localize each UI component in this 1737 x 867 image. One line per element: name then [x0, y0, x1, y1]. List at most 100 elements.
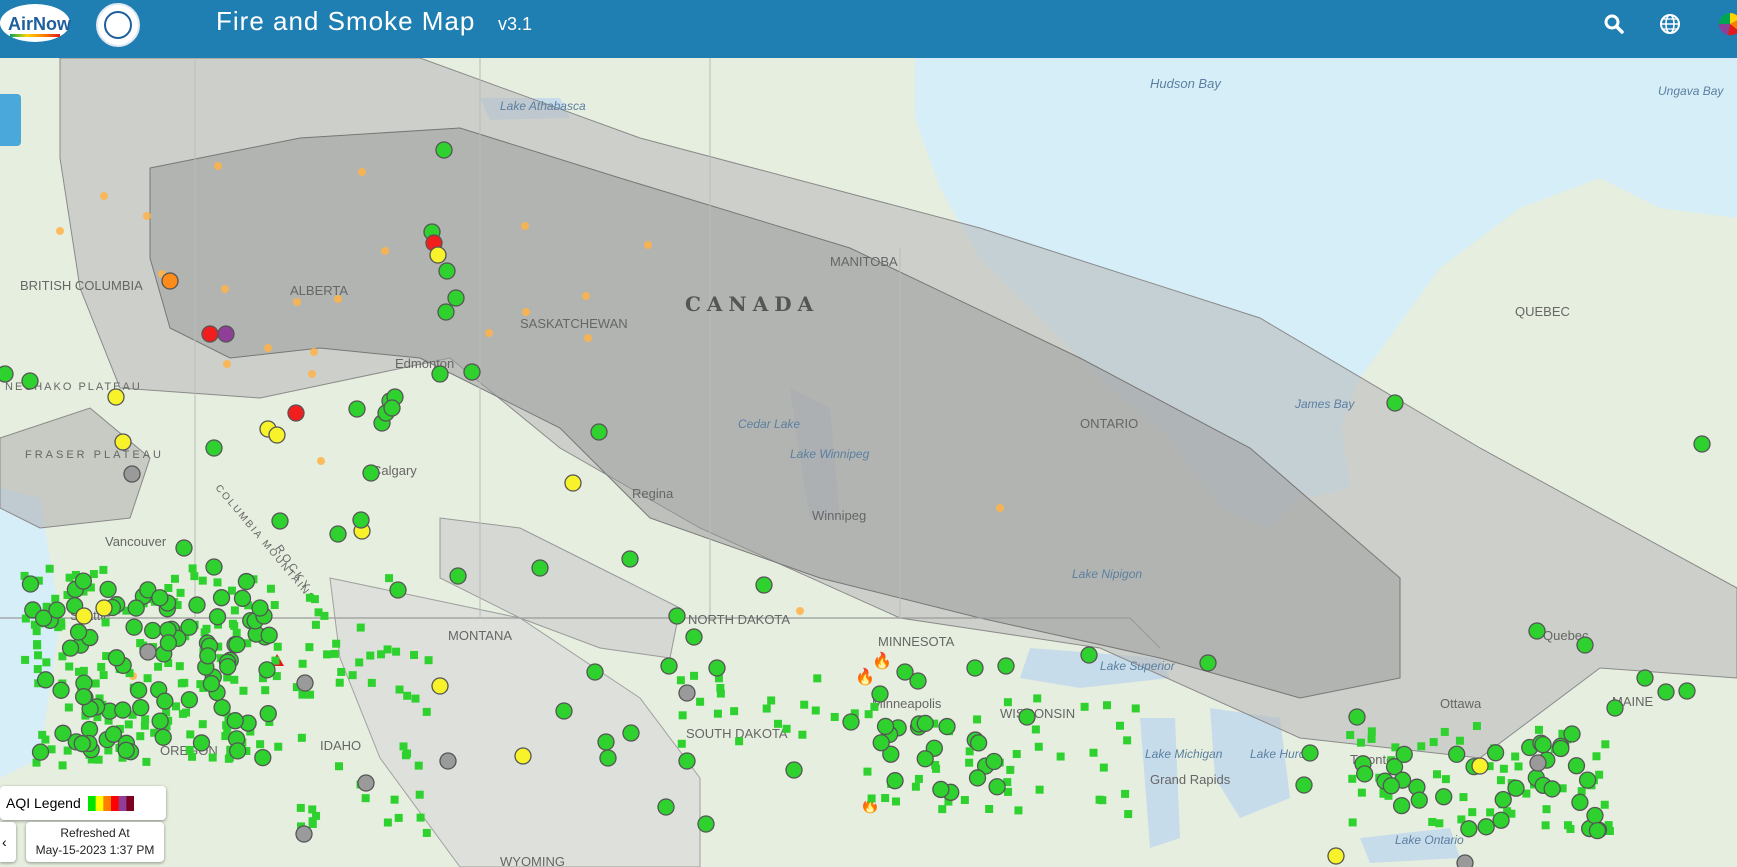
- sensor-marker[interactable]: [335, 678, 344, 687]
- aqi-monitor-marker[interactable]: [988, 778, 1006, 796]
- sensor-marker[interactable]: [185, 745, 194, 754]
- aqi-monitor-marker[interactable]: [1528, 622, 1546, 640]
- aqi-monitor-marker[interactable]: [0, 365, 14, 383]
- sensor-marker[interactable]: [1131, 704, 1140, 713]
- fire-detection-dot[interactable]: [485, 329, 493, 337]
- sensor-marker[interactable]: [730, 707, 739, 716]
- aqi-monitor-marker[interactable]: [1507, 779, 1525, 797]
- fire-detection-dot[interactable]: [308, 370, 316, 378]
- aqi-monitor-marker[interactable]: [21, 372, 39, 390]
- sensor-marker[interactable]: [696, 697, 705, 706]
- sensor-marker[interactable]: [864, 710, 873, 719]
- aqi-monitor-marker[interactable]: [36, 671, 55, 689]
- sensor-marker[interactable]: [334, 762, 343, 771]
- aqi-monitor-marker[interactable]: [48, 601, 66, 619]
- fire-detection-dot[interactable]: [214, 162, 222, 170]
- fire-detection-dot[interactable]: [317, 457, 325, 465]
- aqi-monitor-marker[interactable]: [842, 713, 860, 731]
- sensor-marker[interactable]: [1012, 750, 1021, 759]
- sensor-marker[interactable]: [414, 761, 423, 770]
- sensor-marker[interactable]: [355, 658, 364, 667]
- aqi-monitor-marker[interactable]: [362, 464, 380, 482]
- sensor-marker[interactable]: [65, 573, 74, 582]
- sensor-marker[interactable]: [960, 796, 969, 805]
- aqi-monitor-marker[interactable]: [1567, 757, 1586, 775]
- aqi-monitor-marker[interactable]: [1494, 790, 1512, 809]
- fire-detection-dot[interactable]: [582, 292, 590, 300]
- sensor-marker[interactable]: [198, 720, 207, 729]
- sensor-marker[interactable]: [676, 676, 685, 685]
- aqi-monitor-marker[interactable]: [586, 663, 604, 681]
- fire-detection-dot[interactable]: [521, 222, 529, 230]
- fire-detection-dot[interactable]: [221, 285, 229, 293]
- sensor-marker[interactable]: [297, 733, 306, 742]
- fire-detection-dot[interactable]: [796, 607, 804, 615]
- sensor-marker[interactable]: [175, 662, 184, 671]
- fire-detection-dot[interactable]: [264, 344, 272, 352]
- sensor-marker[interactable]: [914, 774, 923, 783]
- sensor-marker[interactable]: [800, 700, 809, 709]
- sensor-marker[interactable]: [1514, 762, 1523, 771]
- aqi-monitor-marker[interactable]: [916, 714, 934, 733]
- aqi-monitor-marker[interactable]: [175, 539, 193, 557]
- sensor-marker[interactable]: [399, 742, 408, 751]
- sensor-marker[interactable]: [1031, 725, 1040, 734]
- aqi-monitor-marker[interactable]: [212, 589, 231, 607]
- sensor-marker[interactable]: [1367, 734, 1376, 743]
- sensor-marker[interactable]: [337, 667, 346, 676]
- fire-detection-dot[interactable]: [996, 504, 1004, 512]
- aqi-legend[interactable]: AQI Legend: [0, 786, 166, 820]
- sensor-marker[interactable]: [411, 694, 420, 703]
- sensor-marker[interactable]: [65, 662, 74, 671]
- sensor-marker[interactable]: [273, 642, 282, 651]
- aqi-monitor-marker[interactable]: [180, 691, 199, 709]
- sensor-marker[interactable]: [735, 737, 744, 746]
- aqi-monitor-marker[interactable]: [1606, 699, 1624, 717]
- aqi-monitor-marker[interactable]: [237, 572, 256, 591]
- aqi-monitor-marker[interactable]: [886, 772, 904, 790]
- fire-detection-dot[interactable]: [143, 212, 151, 220]
- fire-detection-dot[interactable]: [522, 308, 530, 316]
- aqi-monitor-marker[interactable]: [296, 674, 314, 692]
- sensor-marker[interactable]: [1468, 808, 1477, 817]
- sensor-marker[interactable]: [891, 797, 900, 806]
- sensor-marker[interactable]: [366, 651, 375, 660]
- sensor-marker[interactable]: [202, 624, 211, 633]
- aqi-monitor-marker[interactable]: [872, 734, 890, 752]
- sensor-marker[interactable]: [1595, 770, 1604, 779]
- aqi-monitor-marker[interactable]: [1477, 818, 1495, 836]
- sensor-marker[interactable]: [830, 712, 839, 721]
- sensor-marker[interactable]: [305, 593, 314, 602]
- aqi-monitor-marker[interactable]: [1199, 654, 1217, 672]
- sensor-marker[interactable]: [64, 703, 73, 712]
- fire-detection-dot[interactable]: [310, 348, 318, 356]
- aqi-monitor-marker[interactable]: [329, 525, 347, 543]
- sensor-marker[interactable]: [415, 790, 424, 799]
- aqi-monitor-marker[interactable]: [228, 635, 246, 654]
- sensor-marker[interactable]: [762, 704, 771, 713]
- fire-detection-dot[interactable]: [223, 360, 231, 368]
- aqi-monitor-marker[interactable]: [259, 704, 277, 723]
- sensor-marker[interactable]: [91, 679, 100, 688]
- fire-detection-dot[interactable]: [293, 298, 301, 306]
- sensor-marker[interactable]: [305, 643, 314, 652]
- sensor-marker[interactable]: [678, 711, 687, 720]
- aqi-monitor-marker[interactable]: [678, 684, 696, 702]
- sensor-marker[interactable]: [811, 706, 820, 715]
- sensor-marker[interactable]: [392, 647, 401, 656]
- sensor-marker[interactable]: [985, 804, 994, 813]
- sensor-marker[interactable]: [1432, 770, 1441, 779]
- aqi-monitor-marker[interactable]: [159, 634, 178, 652]
- sensor-marker[interactable]: [33, 665, 42, 674]
- aqi-monitor-marker[interactable]: [107, 649, 126, 667]
- sensor-marker[interactable]: [164, 584, 173, 593]
- aqi-monitor-marker[interactable]: [114, 701, 132, 719]
- agency-seal-icon[interactable]: [96, 3, 140, 47]
- aqi-monitor-marker[interactable]: [876, 717, 895, 736]
- aqi-monitor-marker[interactable]: [997, 657, 1015, 675]
- aqi-monitor-marker[interactable]: [21, 575, 40, 593]
- sensor-marker[interactable]: [177, 679, 186, 688]
- aqi-monitor-marker[interactable]: [75, 607, 93, 625]
- sensor-marker[interactable]: [99, 565, 108, 574]
- sensor-marker[interactable]: [1441, 775, 1450, 784]
